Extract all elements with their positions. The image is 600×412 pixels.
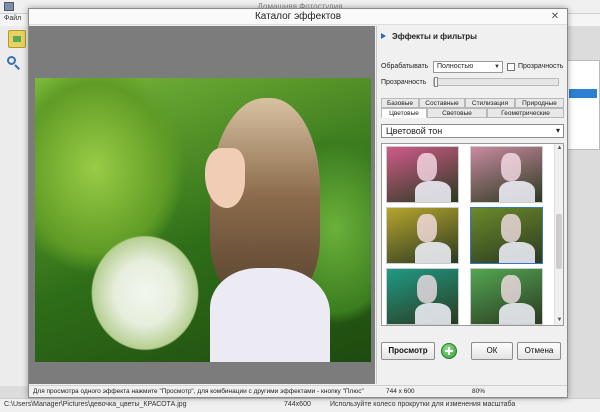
cancel-button[interactable]: Отмена bbox=[517, 342, 561, 360]
slider-thumb[interactable] bbox=[434, 77, 438, 87]
folder-open-icon[interactable] bbox=[8, 30, 26, 48]
preview-photo bbox=[35, 78, 371, 362]
section-arrow-icon bbox=[381, 33, 387, 39]
status-path: C:\Users\Manager\Pictures\девочка_цветы_… bbox=[4, 401, 187, 408]
process-select-value: Полностью bbox=[437, 63, 474, 70]
ok-button[interactable]: ОК bbox=[471, 342, 513, 360]
effects-panel: Эффекты и фильтры Обрабатывать Полностью… bbox=[376, 26, 567, 384]
main-statusbar: C:\Users\Manager\Pictures\девочка_цветы_… bbox=[0, 398, 600, 412]
effect-thumbnail-selected[interactable] bbox=[470, 207, 543, 264]
tab-natural[interactable]: Природные bbox=[515, 98, 564, 108]
dialog-statusbar: Для просмотра одного эффекта нажмите "Пр… bbox=[29, 385, 567, 397]
scroll-down-icon[interactable]: ▼ bbox=[556, 317, 563, 324]
transparency-slider[interactable] bbox=[433, 77, 559, 87]
process-select[interactable]: Полностью ▼ bbox=[433, 61, 503, 73]
effect-thumbnails: ▲ ▼ bbox=[381, 143, 564, 326]
tab-color[interactable]: Цветовые bbox=[381, 108, 427, 118]
scroll-up-icon[interactable]: ▲ bbox=[556, 145, 563, 152]
status-hint: Используйте колесо прокрутки для изменен… bbox=[330, 401, 516, 408]
tab-geometric[interactable]: Геометрические bbox=[487, 108, 564, 118]
tab-light[interactable]: Световые bbox=[427, 108, 487, 118]
effect-combobox[interactable]: Цветовой тон ▾ bbox=[381, 124, 564, 138]
effect-thumbnail[interactable] bbox=[470, 268, 543, 325]
thumbnails-scrollbar[interactable]: ▲ ▼ bbox=[554, 144, 563, 325]
transparency-checkbox[interactable] bbox=[507, 63, 515, 71]
effect-combobox-value: Цветовой тон bbox=[386, 126, 443, 136]
effect-thumbnail[interactable] bbox=[386, 268, 459, 325]
tab-stylization[interactable]: Стилизация bbox=[465, 98, 515, 108]
dialog-status-zoom: 80% bbox=[472, 388, 486, 395]
effects-catalog-dialog: Каталог эффектов ✕ Эффекты и фильтры Обр… bbox=[28, 8, 568, 398]
chevron-down-icon: ▼ bbox=[494, 64, 500, 70]
scrollbar-thumb[interactable] bbox=[556, 214, 562, 269]
status-image-size: 744x600 bbox=[284, 401, 311, 408]
close-icon[interactable]: ✕ bbox=[549, 11, 561, 23]
zoom-icon[interactable] bbox=[7, 56, 21, 70]
menu-file[interactable]: Файл bbox=[4, 15, 21, 22]
effect-thumbnail[interactable] bbox=[386, 207, 459, 264]
plus-icon[interactable] bbox=[441, 343, 457, 359]
effect-thumbnail[interactable] bbox=[470, 146, 543, 203]
dialog-titlebar: Каталог эффектов ✕ bbox=[29, 9, 567, 25]
effect-thumbnail[interactable] bbox=[386, 146, 459, 203]
process-label: Обрабатывать bbox=[381, 63, 429, 70]
panel-header: Эффекты и фильтры bbox=[381, 32, 477, 41]
dialog-status-hint: Для просмотра одного эффекта нажмите "Пр… bbox=[33, 388, 364, 395]
dialog-title: Каталог эффектов bbox=[254, 11, 342, 22]
panel-header-label: Эффекты и фильтры bbox=[392, 32, 478, 41]
transparency-checkbox-label: Прозрачность bbox=[518, 63, 564, 70]
tab-composite[interactable]: Составные bbox=[419, 98, 465, 108]
tab-basic[interactable]: Базовые bbox=[381, 98, 419, 108]
chevron-down-icon: ▾ bbox=[555, 126, 560, 135]
preview-area bbox=[29, 26, 375, 384]
dialog-status-size: 744 x 600 bbox=[386, 388, 415, 395]
layers-selected-item[interactable] bbox=[569, 89, 597, 98]
preview-button[interactable]: Просмотр bbox=[381, 342, 435, 360]
transparency-slider-label: Прозрачность bbox=[381, 79, 427, 86]
layers-panel bbox=[566, 60, 600, 150]
